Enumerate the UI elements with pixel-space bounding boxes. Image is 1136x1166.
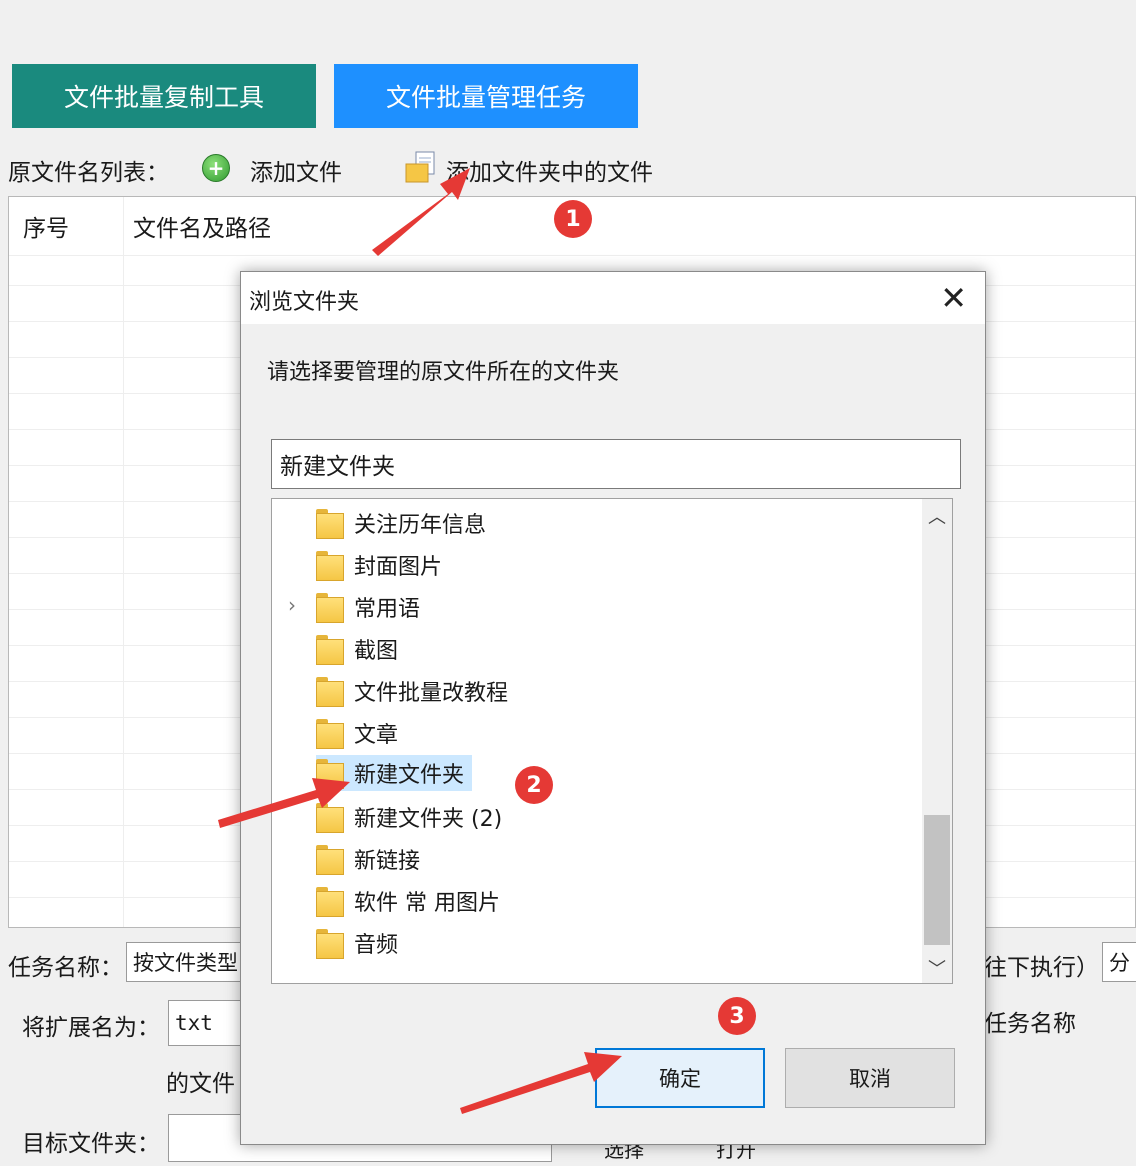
folder-label: 新链接 bbox=[354, 849, 421, 874]
add-file-button[interactable]: 添加文件 bbox=[250, 153, 342, 187]
tree-item-folder[interactable]: 音频 bbox=[316, 925, 406, 961]
folder-icon bbox=[316, 803, 344, 833]
tree-item-folder[interactable]: 新建文件夹 (2) bbox=[316, 799, 510, 835]
folder-label: 文章 bbox=[354, 723, 399, 748]
folder-label: 文件批量改教程 bbox=[354, 681, 509, 706]
folder-icon bbox=[316, 593, 344, 623]
folder-label: 音频 bbox=[354, 933, 399, 958]
folder-icon bbox=[316, 509, 344, 539]
execute-label: 往下执行） bbox=[984, 955, 1099, 981]
folder-label: 新建文件夹 (2) bbox=[354, 807, 503, 832]
target-folder-label: 目标文件夹： bbox=[22, 1131, 160, 1157]
folder-path-field[interactable]: 新建文件夹 bbox=[271, 439, 961, 489]
tree-item-folder[interactable]: 截图 bbox=[316, 631, 406, 667]
row-divider bbox=[9, 255, 1135, 256]
dialog-title: 浏览文件夹 bbox=[249, 290, 360, 315]
step-badge-2: 2 bbox=[515, 766, 553, 804]
extension-label: 将扩展名为： bbox=[22, 1015, 160, 1041]
scroll-thumb[interactable] bbox=[924, 815, 950, 945]
column-divider bbox=[123, 197, 124, 927]
folder-icon bbox=[316, 719, 344, 749]
close-icon[interactable]: ✕ bbox=[940, 280, 967, 316]
folder-label: 软件 常 用图片 bbox=[354, 891, 500, 916]
split-button[interactable]: 分 bbox=[1102, 942, 1136, 982]
folder-icon bbox=[316, 759, 344, 789]
task-name-label: 任务名称： bbox=[8, 955, 123, 981]
tree-item-folder[interactable]: 软件 常 用图片 bbox=[316, 883, 508, 919]
column-header-path: 文件名及路径 bbox=[133, 216, 271, 242]
step-badge-1: 1 bbox=[554, 200, 592, 238]
folder-tree[interactable]: 关注历年信息 封面图片 › 常用语 截图 文件批量改教程 文章 新建文件夹 新建… bbox=[271, 498, 953, 984]
tree-item-folder-selected[interactable]: 新建文件夹 bbox=[316, 755, 473, 791]
folder-document-icon[interactable] bbox=[404, 150, 438, 184]
folder-label: 关注历年信息 bbox=[354, 513, 487, 538]
folder-label: 截图 bbox=[354, 639, 399, 664]
add-folder-files-button[interactable]: 添加文件夹中的文件 bbox=[446, 153, 653, 187]
tree-item-folder[interactable]: 新链接 bbox=[316, 841, 428, 877]
task-name-right-label: 任务名称 bbox=[984, 1011, 1076, 1037]
folder-label: 封面图片 bbox=[354, 555, 443, 580]
file-list-label: 原文件名列表： bbox=[8, 160, 169, 186]
chevron-up-icon[interactable]: ︿ bbox=[922, 503, 952, 529]
tree-item-folder[interactable]: 关注历年信息 bbox=[316, 505, 494, 541]
cancel-button[interactable]: 取消 bbox=[785, 1048, 955, 1108]
ok-button[interactable]: 确定 bbox=[595, 1048, 765, 1108]
chevron-down-icon[interactable]: ﹀ bbox=[922, 955, 952, 981]
folder-label: 常用语 bbox=[354, 597, 421, 622]
folder-icon bbox=[316, 677, 344, 707]
folder-icon bbox=[316, 845, 344, 875]
folder-label: 新建文件夹 bbox=[354, 763, 465, 788]
folder-icon bbox=[316, 635, 344, 665]
tree-item-folder[interactable]: 文件批量改教程 bbox=[316, 673, 516, 709]
column-header-index: 序号 bbox=[23, 216, 69, 242]
copy-tool-button[interactable]: 文件批量复制工具 bbox=[12, 64, 316, 128]
step-badge-3: 3 bbox=[718, 997, 756, 1035]
files-of-label: 的文件 bbox=[166, 1071, 235, 1097]
tree-item-folder[interactable]: 常用语 bbox=[316, 589, 428, 625]
folder-icon bbox=[316, 887, 344, 917]
folder-icon bbox=[316, 929, 344, 959]
manage-tasks-button[interactable]: 文件批量管理任务 bbox=[334, 64, 638, 128]
tree-item-folder[interactable]: 封面图片 bbox=[316, 547, 450, 583]
dialog-titlebar: 浏览文件夹 ✕ bbox=[241, 272, 985, 324]
add-icon[interactable]: + bbox=[202, 154, 230, 182]
folder-icon bbox=[316, 551, 344, 581]
dialog-prompt: 请选择要管理的原文件所在的文件夹 bbox=[267, 360, 620, 385]
chevron-right-icon[interactable]: › bbox=[288, 593, 296, 617]
tree-item-folder[interactable]: 文章 bbox=[316, 715, 406, 751]
browse-folder-dialog: 浏览文件夹 ✕ 请选择要管理的原文件所在的文件夹 新建文件夹 关注历年信息 封面… bbox=[240, 271, 986, 1145]
tree-scrollbar[interactable]: ︿ ﹀ bbox=[922, 499, 952, 983]
